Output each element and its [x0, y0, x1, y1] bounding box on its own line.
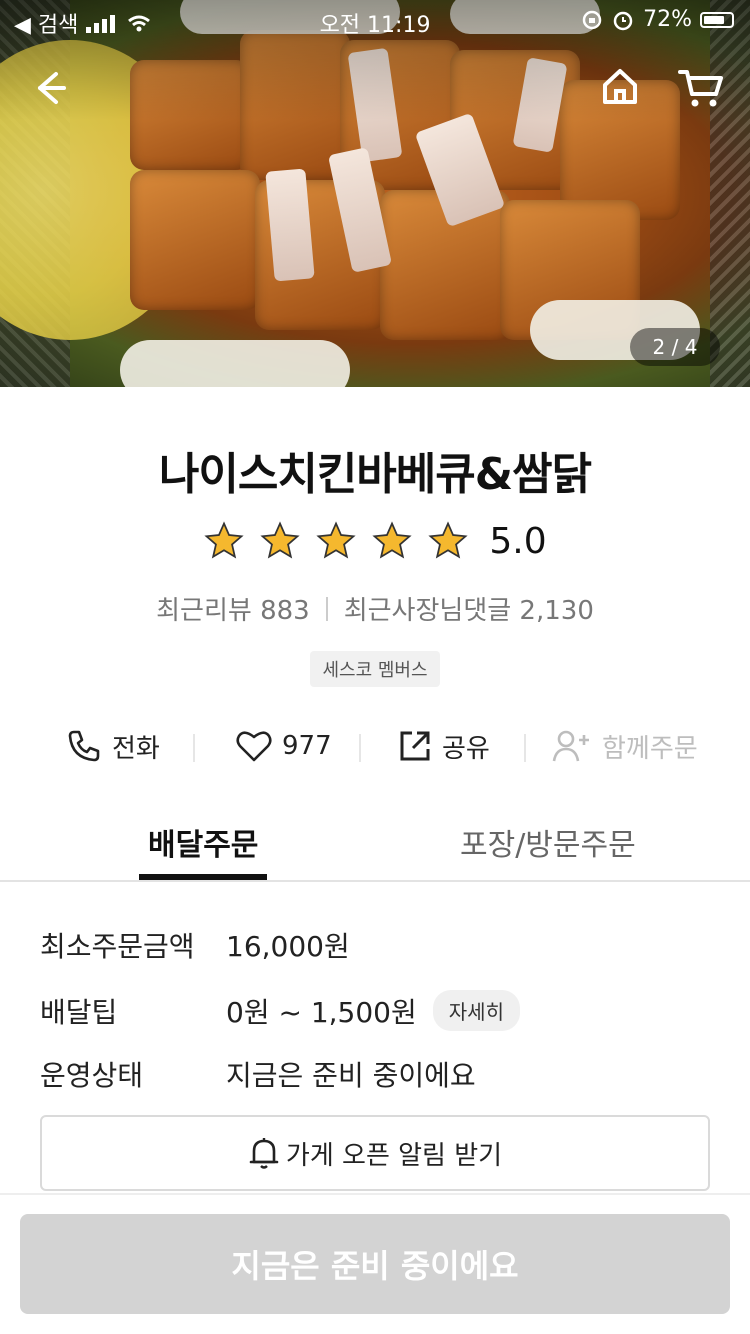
tab-delivery[interactable]: 배달주문 — [148, 820, 258, 864]
min-order-row: 최소주문금액 16,000원 — [40, 925, 350, 965]
call-button[interactable]: 전화 — [66, 722, 160, 770]
battery-percent: 72% — [643, 7, 692, 32]
store-name: 나이스치킨바베큐&쌈닭 — [158, 449, 592, 500]
add-person-icon — [552, 730, 589, 762]
divider — [524, 734, 526, 762]
status-value: 지금은 준비 중이에요 — [226, 1059, 476, 1092]
open-alert-button[interactable]: 가게 오픈 알림 받기 — [40, 1115, 710, 1191]
rating-score: 5.0 — [489, 520, 547, 562]
owner-reply-count[interactable]: 최근사장님댓글 2,130 — [344, 590, 594, 627]
status-bar: ◀ 검색 오전 11:19 72% — [0, 0, 750, 40]
star-icon — [260, 521, 300, 559]
divider — [359, 734, 361, 762]
tab-pickup[interactable]: 포장/방문주문 — [460, 820, 636, 864]
star-icon — [372, 521, 412, 559]
like-count: 977 — [282, 731, 332, 761]
heart-icon — [236, 731, 272, 762]
back-button[interactable] — [30, 68, 70, 112]
battery-icon — [700, 11, 734, 28]
min-order-label: 최소주문금액 — [40, 930, 195, 963]
status-row: 운영상태 지금은 준비 중이에요 — [40, 1054, 476, 1094]
delivery-tip-value: 0원 ~ 1,500원 — [226, 995, 417, 1029]
home-button[interactable] — [600, 66, 640, 110]
status-label: 운영상태 — [40, 1059, 144, 1092]
cart-button[interactable] — [678, 66, 724, 114]
order-cta-button[interactable]: 지금은 준비 중이에요 — [20, 1214, 730, 1314]
open-alert-label: 가게 오픈 알림 받기 — [285, 1140, 503, 1171]
rating-row: 5.0 — [0, 520, 750, 562]
food-shape — [130, 170, 260, 310]
star-icon — [316, 521, 356, 559]
delivery-tip-row: 배달팁 0원 ~ 1,500원 자세히 — [40, 990, 520, 1031]
cart-icon — [678, 70, 723, 107]
order-type-tabs: 배달주문 포장/방문주문 — [0, 800, 750, 882]
like-button[interactable]: 977 — [236, 722, 332, 770]
home-icon — [603, 69, 637, 104]
divider — [325, 596, 328, 621]
store-photo[interactable] — [0, 0, 750, 387]
bell-icon — [249, 1138, 279, 1169]
alarm-icon — [613, 11, 633, 30]
back-arrow-icon — [38, 72, 66, 104]
member-badge: 세스코 멤버스 — [310, 651, 440, 687]
divider — [193, 734, 195, 762]
group-order-label: 함께주문 — [602, 733, 698, 764]
star-icon — [428, 521, 468, 559]
min-order-value: 16,000원 — [226, 930, 350, 963]
delivery-tip-label: 배달팁 — [40, 995, 118, 1029]
review-summary[interactable]: 최근리뷰 883 최근사장님댓글 2,130 — [0, 590, 750, 627]
rotation-lock-icon — [582, 10, 602, 29]
phone-icon — [68, 730, 100, 762]
action-bar: 전화 977 공유 함께주문 — [0, 722, 750, 770]
share-label: 공유 — [442, 733, 490, 764]
delivery-tip-detail-button[interactable]: 자세히 — [432, 990, 520, 1031]
call-label: 전화 — [112, 733, 160, 764]
share-button[interactable]: 공유 — [398, 722, 490, 770]
divider — [0, 1193, 750, 1195]
active-tab-indicator — [139, 874, 267, 880]
group-order-button[interactable]: 함께주문 — [552, 722, 698, 770]
star-icon — [204, 521, 244, 559]
share-icon — [400, 731, 430, 761]
food-shape — [120, 340, 350, 387]
recent-review-count[interactable]: 최근리뷰 883 — [156, 590, 310, 627]
photo-page-indicator: 2 / 4 — [630, 328, 720, 366]
